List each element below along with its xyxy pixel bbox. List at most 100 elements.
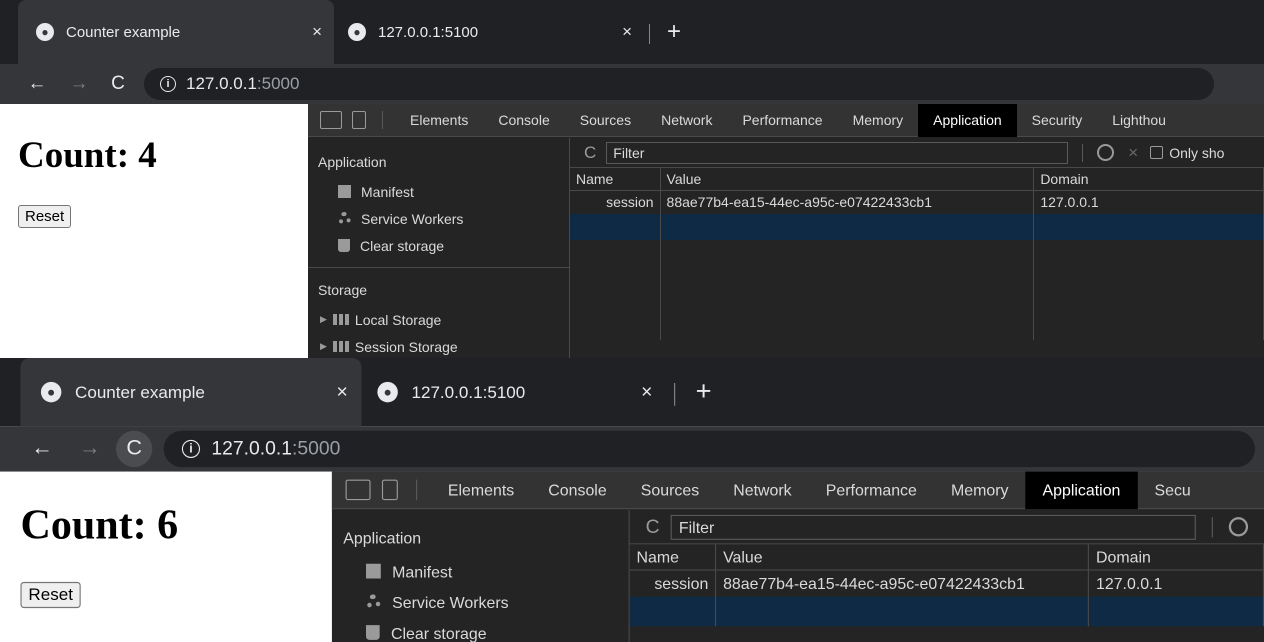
reset-button[interactable]: Reset [18, 205, 72, 228]
close-tab-icon[interactable]: × [622, 22, 632, 42]
sidebar-item-label: Manifest [361, 183, 414, 200]
cell-value: 88ae77b4-ea15-44ec-a95c-e07422433cb1 [715, 569, 1090, 597]
clear-all-cookies-icon[interactable] [1097, 144, 1115, 161]
expand-arrow-icon[interactable]: ▶ [320, 341, 327, 352]
inspect-element-icon[interactable] [320, 111, 342, 129]
sidebar-item-session-storage[interactable]: ▶ Session Storage [308, 333, 569, 358]
screenshot-top: ● Counter example × ● 127.0.0.1:5100 × +… [0, 0, 1264, 358]
back-button[interactable]: ← [25, 436, 59, 461]
address-bar[interactable]: i 127.0.0.1:5000 [144, 68, 1214, 100]
back-button[interactable]: ← [22, 73, 52, 95]
sidebar-item-local-storage[interactable]: ▶ Local Storage [308, 306, 569, 333]
column-header-name[interactable]: Name [629, 544, 717, 570]
devtools-tab-lighthouse[interactable]: Lighthou [1097, 104, 1181, 137]
gear-icon [338, 212, 351, 225]
tab-counter-example[interactable]: ● Counter example × [18, 0, 334, 64]
browser-content: Count: 6 Reset Elements Console Sources … [0, 471, 1264, 642]
table-row-selected-empty[interactable] [570, 214, 1264, 240]
cell-domain: 127.0.0.1 [1033, 190, 1264, 214]
sidebar-item-label: Service Workers [392, 592, 509, 611]
filter-input[interactable]: Filter [670, 514, 1196, 540]
table-row[interactable]: session 88ae77b4-ea15-44ec-a95c-e0742243… [570, 190, 1264, 214]
sidebar-item-manifest[interactable]: Manifest [332, 556, 629, 587]
new-tab-button[interactable]: + [667, 18, 681, 46]
devtools-tab-sources[interactable]: Sources [565, 104, 646, 137]
devtools-tab-sources[interactable]: Sources [624, 471, 716, 509]
filter-input[interactable]: Filter [606, 141, 1069, 164]
sidebar-item-clear-storage[interactable]: Clear storage [332, 617, 629, 642]
delete-selected-icon[interactable]: × [1128, 143, 1138, 163]
tab-127-5100[interactable]: ● 127.0.0.1:5100 × [361, 358, 720, 426]
cookies-panel: C Filter × Only sho Name Value Domain se… [570, 138, 1264, 358]
device-toolbar-icon[interactable] [381, 479, 398, 501]
forward-button[interactable]: → [64, 73, 94, 95]
close-tab-icon[interactable]: × [312, 22, 322, 42]
tab-counter-example[interactable]: ● Counter example × [20, 358, 362, 427]
address-host: 127.0.0.1 [211, 437, 293, 460]
devtools-tab-console[interactable]: Console [531, 471, 623, 509]
inspect-element-icon[interactable] [345, 479, 371, 501]
column-header-name[interactable]: Name [570, 168, 661, 191]
sidebar-item-manifest[interactable]: Manifest [308, 178, 569, 205]
tab-strip: ● Counter example × ● 127.0.0.1:5100 × + [0, 0, 1264, 64]
sidebar-header-application: Application [343, 528, 422, 547]
column-header-value[interactable]: Value [715, 544, 1090, 570]
clear-all-cookies-icon[interactable] [1228, 517, 1249, 537]
cell-value: 88ae77b4-ea15-44ec-a95c-e07422433cb1 [660, 190, 1035, 214]
refresh-icon[interactable]: C [584, 143, 596, 163]
only-show-checkbox[interactable] [1150, 146, 1164, 159]
close-tab-icon[interactable]: × [641, 381, 652, 404]
devtools-tab-performance[interactable]: Performance [809, 471, 934, 509]
forward-button[interactable]: → [73, 436, 107, 461]
web-page: Count: 6 Reset [0, 471, 332, 642]
refresh-icon[interactable]: C [646, 515, 660, 538]
reload-button[interactable]: C [115, 430, 153, 468]
devtools-tab-elements[interactable]: Elements [395, 104, 483, 137]
devtools-tab-network[interactable]: Network [716, 471, 808, 509]
sidebar-item-clear-storage[interactable]: Clear storage [308, 232, 569, 259]
devtools-tab-application[interactable]: Application [1025, 471, 1138, 509]
column-header-value[interactable]: Value [660, 168, 1035, 191]
cookies-panel: C Filter Name Value Domain session 88ae7… [629, 510, 1264, 642]
gear-icon [366, 594, 381, 610]
close-tab-icon[interactable]: × [337, 381, 348, 404]
reset-button[interactable]: Reset [20, 581, 81, 609]
devtools-tab-network[interactable]: Network [646, 104, 727, 137]
cookies-table: Name Value Domain session 88ae77b4-ea15-… [629, 544, 1264, 627]
device-toolbar-icon[interactable] [352, 111, 366, 129]
tab-127-5100[interactable]: ● 127.0.0.1:5100 × [334, 0, 650, 64]
devtools-tab-memory[interactable]: Memory [934, 471, 1026, 509]
storage-grid-icon [332, 341, 349, 352]
devtools-tab-application[interactable]: Application [918, 103, 1017, 137]
devtools-tab-security[interactable]: Security [1017, 104, 1098, 137]
table-empty-area [570, 240, 1264, 340]
devtools-tab-memory[interactable]: Memory [838, 104, 919, 137]
table-row[interactable]: session 88ae77b4-ea15-44ec-a95c-e0742243… [629, 569, 1264, 597]
new-tab-button[interactable]: + [696, 376, 712, 408]
sidebar-item-label: Session Storage [354, 338, 458, 355]
info-icon[interactable]: i [160, 76, 176, 92]
expand-arrow-icon[interactable]: ▶ [320, 314, 327, 325]
devtools-tab-console[interactable]: Console [483, 104, 564, 137]
filter-separator [1082, 143, 1084, 162]
column-header-domain[interactable]: Domain [1088, 544, 1264, 570]
devtools-tab-performance[interactable]: Performance [727, 104, 837, 137]
trash-icon [338, 239, 350, 252]
devtools-body: Application Manifest Service Workers Cle… [308, 138, 1264, 358]
tab-separator [674, 383, 676, 406]
devtools-tabbar: Elements Console Sources Network Perform… [331, 471, 1264, 510]
tab-strip: ● Counter example × ● 127.0.0.1:5100 × + [0, 358, 1264, 427]
address-bar[interactable]: i 127.0.0.1:5000 [163, 430, 1255, 468]
screenshot-bottom: ● Counter example × ● 127.0.0.1:5100 × +… [0, 358, 1264, 642]
globe-icon: ● [36, 23, 54, 41]
browser-content: Count: 4 Reset Elements Console Sources … [0, 103, 1264, 358]
devtools-tab-security[interactable]: Secu [1137, 471, 1207, 509]
table-row-selected-empty[interactable] [629, 596, 1264, 627]
sidebar-item-service-workers[interactable]: Service Workers [308, 205, 569, 232]
sidebar-item-service-workers[interactable]: Service Workers [332, 586, 629, 617]
devtools-tab-elements[interactable]: Elements [431, 471, 531, 509]
column-header-domain[interactable]: Domain [1033, 168, 1264, 191]
info-icon[interactable]: i [181, 439, 201, 459]
file-icon [338, 185, 351, 198]
reload-button[interactable]: C [102, 68, 134, 100]
